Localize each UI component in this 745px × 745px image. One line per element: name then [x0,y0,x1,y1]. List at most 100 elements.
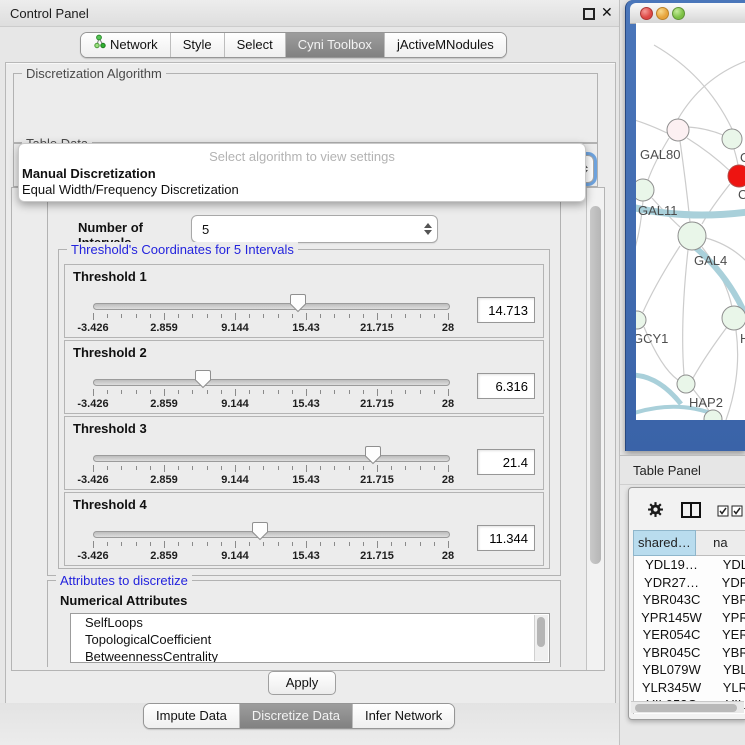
minimize-traffic-light[interactable] [656,7,669,20]
threshold-value-field[interactable] [477,373,535,399]
table-row[interactable]: YBR045CYBR0 [634,644,745,662]
cell[interactable]: YER054C [634,626,709,644]
dropdown-option-manual[interactable]: Manual Discretization [22,166,156,181]
list-scrollbar[interactable] [534,615,548,661]
slider-scale-label: 21.715 [360,474,394,486]
tab-label: Discretize Data [252,704,340,728]
float-window-icon[interactable] [583,8,595,20]
cell[interactable]: YER0 [709,626,745,644]
slider-tick [434,390,435,394]
network-node-selected-red[interactable] [728,165,745,187]
cell[interactable]: YBR0 [709,644,745,662]
slider-tick [235,465,236,472]
checkbox-icon[interactable] [717,504,729,522]
scrollbar-thumb[interactable] [635,704,737,712]
slider-tick [121,542,122,546]
network-node-gal80[interactable] [667,119,689,141]
threshold-panel-2: Threshold 2 -3.4262.8599.14415.4321.7152… [64,340,544,414]
split-view-icon[interactable] [681,502,701,523]
table-row[interactable]: YDR27…YDR2 [634,574,745,592]
table-row[interactable]: YLR345WYLR3 [634,679,745,697]
slider-rail[interactable] [93,379,450,386]
list-item[interactable]: TopologicalCoefficient [71,631,549,648]
threshold-value-field[interactable] [477,297,535,323]
slider-tick [263,542,264,546]
network-node[interactable] [722,129,742,149]
settings-scrollbar-track[interactable] [586,188,604,670]
close-icon[interactable]: ✕ [601,4,613,21]
network-node[interactable] [722,306,745,330]
table-row[interactable]: YDL19…YDL1 [634,556,745,574]
network-node-hap2[interactable] [677,375,695,393]
slider-rail[interactable] [93,303,450,310]
cell[interactable]: YLR345W [634,679,709,697]
cell[interactable]: YBL079W [634,661,709,679]
checkbox-icon[interactable] [731,504,743,522]
cell[interactable]: YDL19… [634,556,709,574]
slider-ticks [93,540,448,549]
slider-tick [136,542,137,546]
slider-scale: -3.4262.8599.14415.4321.71528 [93,398,448,410]
slider-scale-label: 28 [442,398,454,410]
close-traffic-light[interactable] [640,7,653,20]
cell[interactable]: YPR145W [634,609,709,627]
slider-rail[interactable] [93,455,450,462]
threshold-slider[interactable]: -3.4262.8599.14415.4321.71528 [93,367,448,411]
network-node-gal11[interactable] [636,179,654,201]
network-node-gcy1[interactable] [636,311,646,329]
network-node-gal4[interactable] [678,222,706,250]
table-row[interactable]: YPR145WYPR1 [634,609,745,627]
list-item[interactable]: SelfLoops [71,614,549,631]
threshold-label: Threshold 3 [73,421,147,436]
slider-tick [192,314,193,318]
tab-impute-data[interactable]: Impute Data [144,704,239,728]
cell[interactable]: YDL1 [709,556,745,574]
settings-scrollbar-thumb[interactable] [590,206,601,564]
column-header-name[interactable]: na [696,530,745,556]
tab-infer-network[interactable]: Infer Network [352,704,454,728]
threshold-value-field[interactable] [477,449,535,475]
slider-tick [306,541,307,548]
threshold-slider[interactable]: -3.4262.8599.14415.4321.71528 [93,519,448,563]
cell[interactable]: YBR043C [634,591,709,609]
list-item[interactable]: BetweennessCentrality [71,648,549,663]
threshold-slider[interactable]: -3.4262.8599.14415.4321.71528 [93,443,448,487]
tab-select[interactable]: Select [224,33,285,57]
slider-scale-label: 9.144 [221,550,249,562]
table-row[interactable]: YER054CYER0 [634,626,745,644]
dropdown-option-equal-width[interactable]: Equal Width/Frequency Discretization [22,182,239,197]
tab-cyni-toolbox[interactable]: Cyni Toolbox [285,33,384,57]
tab-network[interactable]: Network [81,33,170,57]
zoom-traffic-light[interactable] [672,7,685,20]
cell[interactable]: YBR045C [634,644,709,662]
table-row[interactable]: YBR043CYBR0 [634,591,745,609]
number-of-intervals-select[interactable]: 5 [191,215,438,243]
slider-tick [434,542,435,546]
apply-button[interactable]: Apply [268,671,336,695]
slider-tick [207,542,208,546]
table-horizontal-scrollbar[interactable] [631,701,744,713]
threshold-slider[interactable]: -3.4262.8599.14415.4321.71528 [93,291,448,335]
node-label-hap2: HAP2 [689,395,723,410]
cell[interactable]: YDR2 [709,574,745,592]
slider-scale: -3.4262.8599.14415.4321.71528 [93,550,448,562]
slider-tick [349,314,350,318]
cell[interactable]: YDR27… [634,574,709,592]
network-canvas[interactable]: GAL80 GA C GAL11 GAL4 GCY1 H HAP2 [636,23,745,420]
slider-scale-label: 2.859 [150,398,178,410]
tab-jactivemnodules[interactable]: jActiveMNodules [384,33,506,57]
gear-icon[interactable] [647,501,664,523]
network-window-titlebar[interactable] [630,3,745,24]
slider-tick [278,390,279,394]
table-row[interactable]: YBL079WYBL0 [634,661,745,679]
cell[interactable]: YBL0 [709,661,745,679]
column-header-shared-name[interactable]: shared… [633,530,696,556]
cell[interactable]: YPR1 [709,609,745,627]
slider-rail[interactable] [93,531,450,538]
threshold-value-field[interactable] [477,525,535,551]
cell[interactable]: YLR3 [709,679,745,697]
tab-style[interactable]: Style [170,33,224,57]
tab-discretize-data[interactable]: Discretize Data [239,704,352,728]
cell[interactable]: YBR0 [709,591,745,609]
slider-tick [93,465,94,472]
